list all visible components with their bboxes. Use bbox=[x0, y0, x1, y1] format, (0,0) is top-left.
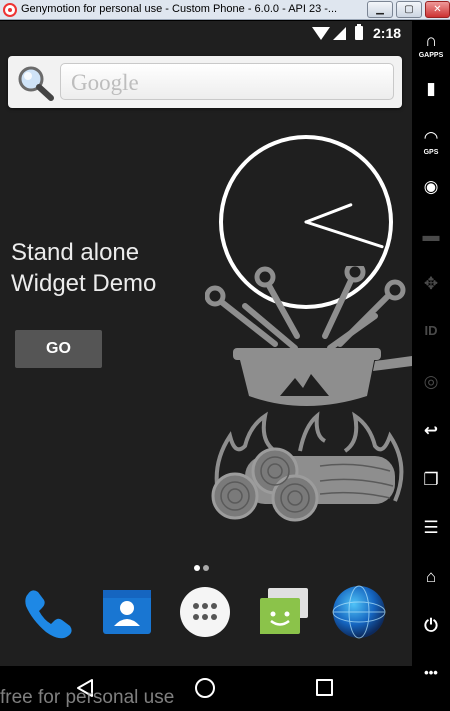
screencast-glyph: ▬ bbox=[422, 226, 440, 245]
android-screen: 2:18 Google Stand alone Widget Demo GO f… bbox=[0, 21, 412, 711]
back-nav-icon[interactable]: ↩ bbox=[412, 421, 450, 455]
battery-icon[interactable]: ▮ bbox=[412, 79, 450, 113]
minute-hand bbox=[304, 220, 384, 249]
webcam-icon[interactable]: ◉ bbox=[412, 177, 450, 211]
power-icon[interactable]: ⏻ bbox=[412, 616, 450, 650]
app-drawer-icon[interactable] bbox=[177, 584, 233, 640]
page-indicator bbox=[194, 558, 212, 576]
menu-icon[interactable]: ☰ bbox=[412, 518, 450, 552]
window-title: Genymotion for personal use - Custom Pho… bbox=[21, 3, 338, 15]
search-icon[interactable] bbox=[15, 64, 57, 102]
phone-icon[interactable] bbox=[20, 584, 76, 640]
maximize-button[interactable]: ▢ bbox=[396, 1, 422, 18]
genymotion-toolbar: ∩ GAPPS ▮ ◠ GPS ◉ ▬ ✥ ID ◎ ↩ ❐ ☰ ⌂ ⏻ ••• bbox=[412, 21, 450, 711]
dpad-glyph: ✥ bbox=[423, 274, 439, 293]
gapps-glyph: ∩ bbox=[424, 31, 438, 50]
browser-icon[interactable] bbox=[331, 584, 387, 640]
gapps-label: GAPPS bbox=[418, 52, 444, 59]
recent-apps-glyph: ❐ bbox=[423, 470, 439, 489]
fondue-illustration bbox=[205, 266, 412, 522]
search-input[interactable]: Google bbox=[60, 63, 394, 100]
status-bar: 2:18 bbox=[0, 21, 412, 46]
google-search-widget[interactable]: Google bbox=[8, 56, 402, 108]
close-button[interactable]: ✕ bbox=[425, 1, 450, 18]
contacts-icon[interactable] bbox=[99, 584, 155, 640]
home-nav-glyph: ⌂ bbox=[425, 567, 437, 586]
disk-glyph: ◎ bbox=[423, 372, 439, 391]
dpad-icon[interactable]: ✥ bbox=[412, 274, 450, 308]
webcam-glyph: ◉ bbox=[423, 177, 439, 196]
home-nav-icon[interactable]: ⌂ bbox=[412, 567, 450, 601]
identifiers-icon[interactable]: ID bbox=[412, 323, 450, 357]
search-placeholder: Google bbox=[71, 70, 139, 95]
page-dot bbox=[203, 565, 209, 571]
minimize-button[interactable]: ▁ bbox=[367, 1, 393, 18]
battery-status-icon bbox=[355, 24, 363, 40]
recents-button[interactable] bbox=[316, 679, 333, 696]
disk-icon[interactable]: ◎ bbox=[412, 372, 450, 406]
widget-demo-title: Stand alone Widget Demo bbox=[11, 239, 157, 297]
messenger-icon[interactable] bbox=[256, 584, 312, 640]
wifi-icon bbox=[312, 27, 330, 40]
gps-label: GPS bbox=[423, 149, 439, 156]
home-button[interactable] bbox=[195, 678, 215, 698]
signal-icon bbox=[333, 27, 346, 40]
status-time: 2:18 bbox=[373, 25, 402, 41]
back-nav-glyph: ↩ bbox=[423, 421, 439, 440]
menu-glyph: ☰ bbox=[423, 518, 439, 537]
genymotion-app-icon bbox=[3, 3, 17, 17]
window-titlebar: Genymotion for personal use - Custom Pho… bbox=[0, 0, 450, 20]
hour-hand bbox=[304, 203, 353, 224]
screencast-icon[interactable]: ▬ bbox=[412, 226, 450, 260]
go-button[interactable]: GO bbox=[15, 330, 102, 368]
battery-glyph: ▮ bbox=[426, 79, 436, 98]
more-icon[interactable]: ••• bbox=[412, 665, 450, 699]
identifiers-glyph: ID bbox=[424, 323, 438, 338]
watermark-text: free for personal use bbox=[0, 687, 175, 708]
gps-icon[interactable]: ◠ GPS bbox=[412, 128, 450, 162]
power-glyph: ⏻ bbox=[424, 616, 438, 635]
gps-glyph: ◠ bbox=[424, 128, 438, 147]
page-dot-active bbox=[194, 565, 200, 571]
more-glyph: ••• bbox=[424, 665, 438, 680]
recent-apps-icon[interactable]: ❐ bbox=[412, 470, 450, 504]
gapps-icon[interactable]: ∩ GAPPS bbox=[412, 31, 450, 65]
